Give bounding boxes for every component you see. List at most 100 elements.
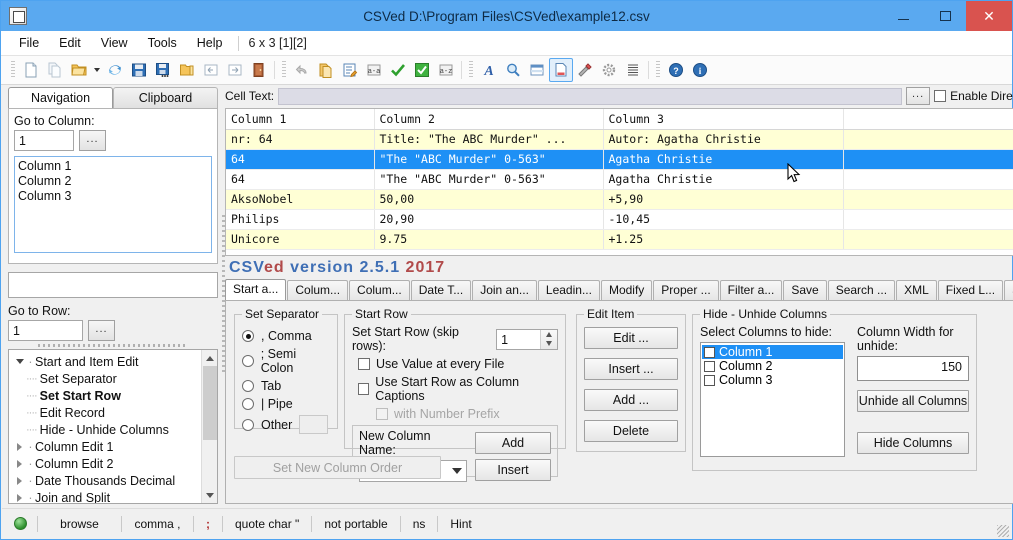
status-separator[interactable]: comma , (121, 515, 193, 532)
table-row[interactable]: Philips 20,90 -10,45 (226, 209, 1013, 230)
columns-listbox[interactable]: Column 1 Column 2 Column 3 (14, 156, 212, 253)
copy-file-icon[interactable] (43, 58, 67, 82)
menu-tools[interactable]: Tools (138, 33, 187, 53)
tab-date-thousands[interactable]: Date T... (410, 280, 472, 300)
table-cell[interactable]: Agatha Christie (603, 169, 844, 190)
menu-help[interactable]: Help (187, 33, 233, 53)
table-row-selected[interactable]: 64 "The "ABC Murder" 0-563" Agatha Chris… (226, 149, 1013, 170)
table-cell[interactable]: "The "ABC Murder" 0-563" (374, 169, 604, 190)
tab-navigation[interactable]: Navigation (8, 87, 113, 108)
table-cell[interactable]: Philips (226, 209, 375, 230)
tab-xml[interactable]: XML (896, 280, 937, 300)
table-row[interactable]: Unicore 9.75 +1.25 (226, 229, 1013, 250)
skip-rows-stepper[interactable]: 1 (496, 328, 558, 350)
data-grid-body[interactable]: Column 1 Column 2 Column 3 nr: 64 Title:… (226, 109, 1013, 255)
table-cell[interactable]: 50,00 (374, 189, 604, 210)
tab-column-edit-2[interactable]: Colum... (349, 280, 410, 300)
enable-direct-editing-checkbox[interactable] (934, 90, 947, 102)
table-cell[interactable]: +1.25 (603, 229, 844, 250)
radio-pipe[interactable] (242, 398, 254, 410)
check-box-green-icon[interactable] (410, 58, 434, 82)
check-icon[interactable] (386, 58, 410, 82)
separator-other-input[interactable] (299, 415, 329, 434)
left-pane-splitter[interactable] (8, 341, 218, 349)
open-dropdown-caret-icon[interactable] (94, 68, 100, 72)
refresh-icon[interactable] (103, 58, 127, 82)
go-to-row-browse-button[interactable]: ... (88, 320, 115, 341)
tools-icon[interactable] (573, 58, 597, 82)
toolbar-grip-3[interactable] (469, 61, 473, 79)
table-cell[interactable]: Title: "The ABC Murder" ... (374, 129, 604, 150)
tree-node-start-and-item-edit[interactable]: · Start and Item Edit (13, 353, 199, 370)
separator-option-semicolon[interactable]: ; Semi Colon (242, 347, 330, 375)
column-header[interactable]: Column 1 (226, 109, 375, 130)
navigation-filter-input[interactable] (8, 272, 218, 298)
new-file-icon[interactable] (19, 58, 43, 82)
expander-right-icon[interactable] (13, 493, 26, 502)
clipboard-copy-icon[interactable] (314, 58, 338, 82)
status-hint[interactable]: Hint (437, 515, 483, 532)
hide-column-checkbox[interactable] (704, 346, 715, 358)
status-mode[interactable]: browse (37, 515, 121, 532)
list-item[interactable]: Column 2 (18, 174, 208, 189)
page-red-icon[interactable] (549, 58, 573, 82)
go-to-column-input[interactable]: 1 (14, 130, 74, 151)
stepper-buttons[interactable] (540, 329, 557, 349)
menu-file[interactable]: File (9, 33, 49, 53)
table-cell[interactable] (843, 149, 1013, 170)
tab-join-and-split[interactable]: Join an... (472, 280, 537, 300)
tree-vertical-scrollbar[interactable] (201, 350, 217, 503)
expander-right-icon[interactable] (13, 476, 26, 485)
table-row[interactable]: nr: 64 Title: "The ABC Murder" ... Autor… (226, 129, 1013, 150)
radio-other[interactable] (242, 418, 254, 431)
insert-column-button[interactable]: Insert (475, 459, 551, 481)
undo-icon[interactable] (290, 58, 314, 82)
table-cell[interactable] (843, 189, 1013, 210)
table-cell[interactable]: +5,90 (603, 189, 844, 210)
use-start-row-captions-checkbox[interactable] (358, 383, 370, 395)
add-record-button[interactable]: Add ... (584, 389, 678, 411)
add-column-button[interactable]: Add (475, 432, 551, 454)
scroll-up-icon[interactable] (202, 350, 218, 366)
tab-fixed-length[interactable]: Fixed L... (937, 280, 1004, 300)
delete-record-button[interactable]: Delete (584, 420, 678, 442)
tree-node-set-separator[interactable]: ···· Set Separator (13, 370, 199, 387)
table-cell[interactable]: Agatha Christie (603, 149, 844, 170)
edit-record-button[interactable]: Edit ... (584, 327, 678, 349)
folder-icon[interactable] (175, 58, 199, 82)
hide-column-item-3[interactable]: Column 3 (702, 373, 843, 387)
search-icon[interactable] (501, 58, 525, 82)
insert-record-button[interactable]: Insert ... (584, 358, 678, 380)
tab-start-and-item-edit[interactable]: Start a... (225, 279, 287, 300)
tab-search[interactable]: Search ... (827, 280, 896, 300)
tab-modify[interactable]: Modify (600, 280, 653, 300)
save-as-icon[interactable] (151, 58, 175, 82)
gear-icon[interactable] (597, 58, 621, 82)
separator-option-comma[interactable]: , Comma (242, 329, 330, 343)
font-icon[interactable]: A (477, 58, 501, 82)
column-header[interactable] (843, 109, 1013, 130)
lines-icon[interactable] (621, 58, 645, 82)
hide-columns-button[interactable]: Hide Columns (857, 432, 969, 454)
table-icon[interactable] (525, 58, 549, 82)
tab-sort[interactable]: Sort (1004, 280, 1013, 300)
help-icon[interactable]: ? (664, 58, 688, 82)
tree-node-hide-unhide-columns[interactable]: ···· Hide - Unhide Columns (13, 421, 199, 438)
tab-column-edit-1[interactable]: Colum... (287, 280, 349, 300)
status-portability[interactable]: not portable (311, 515, 399, 532)
sort-az-icon[interactable]: a-z (434, 58, 458, 82)
tree-node-set-start-row[interactable]: ···· Set Start Row (13, 387, 199, 404)
hide-column-item-1[interactable]: Column 1 (702, 345, 843, 359)
unhide-all-columns-button[interactable]: Unhide all Columns (857, 390, 969, 412)
tree-node-column-edit-1[interactable]: · Column Edit 1 (13, 438, 199, 455)
tree-node-column-edit-2[interactable]: · Column Edit 2 (13, 455, 199, 472)
cell-text-browse-button[interactable]: ... (906, 87, 931, 105)
radio-semicolon[interactable] (242, 355, 254, 367)
save-icon[interactable] (127, 58, 151, 82)
tree-node-join-and-split[interactable]: · Join and Split (13, 489, 199, 503)
table-cell[interactable]: "The "ABC Murder" 0-563" (374, 149, 604, 170)
maximize-button[interactable] (924, 1, 966, 31)
scroll-down-icon[interactable] (202, 487, 218, 503)
skip-rows-value[interactable]: 1 (497, 330, 540, 349)
toolbar-grip[interactable] (11, 61, 15, 79)
